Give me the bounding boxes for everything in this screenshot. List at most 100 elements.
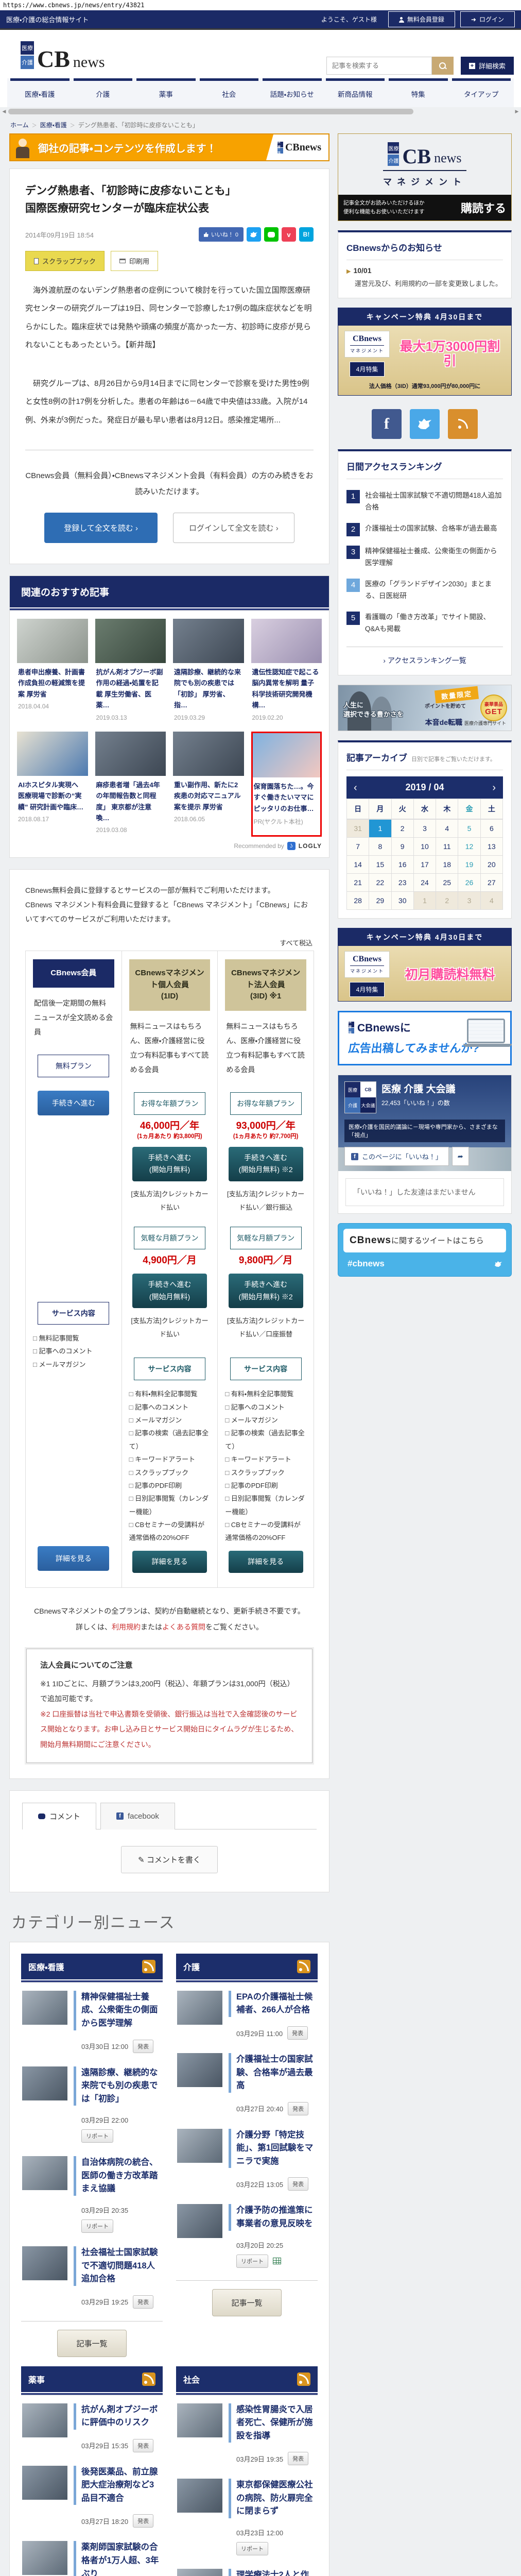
calendar-day[interactable]: 18 <box>436 856 459 874</box>
calendar-day[interactable]: 8 <box>369 838 392 856</box>
calendar-day[interactable]: 27 <box>480 874 503 892</box>
news-item[interactable]: EPAの介護福祉士候補者、266人が合格 03月29日 11:00 発表 <box>176 1982 318 2045</box>
facebook-page-button[interactable]: f <box>372 409 402 439</box>
nav-tab[interactable]: 社会 <box>199 78 258 107</box>
terms-link[interactable]: 利用規約 <box>112 1623 141 1631</box>
calendar-day[interactable]: 3 <box>458 892 481 910</box>
related-article-item[interactable]: 麻疹患者増「過去4年の年間報告数と同程度」 東京都が注意喚… 2019.03.0… <box>95 731 166 837</box>
rss-icon[interactable] <box>297 2372 310 2386</box>
related-article-item[interactable]: AIホスピタル実現へ 医療現場で診断の“実績” 研究計画や臨床… 2018.08… <box>17 731 88 837</box>
calendar-day[interactable]: 29 <box>369 892 392 910</box>
calendar-day[interactable]: 2 <box>436 892 459 910</box>
detail-button[interactable]: 詳細を見る <box>132 1550 207 1573</box>
tab-facebook[interactable]: f facebook <box>100 1802 175 1829</box>
calendar-day[interactable]: 6 <box>480 820 503 838</box>
search-button[interactable] <box>431 57 454 75</box>
notice-item[interactable]: ▶ 10/01 運営元及び、利用規約の一部を変更致しました。 <box>346 266 503 290</box>
related-article-item[interactable]: 重い副作用、新たに2疾患の対応マニュアル案を提示 厚労省 2018.06.05 <box>173 731 244 837</box>
twitter-share-button[interactable] <box>247 227 261 242</box>
calendar-day[interactable]: 17 <box>413 856 437 874</box>
subscribe-cta[interactable]: 購読する <box>461 199 506 216</box>
line-share-button[interactable] <box>264 227 279 242</box>
calendar-day[interactable]: 19 <box>458 856 481 874</box>
related-article-item[interactable]: 患者申出療養、計画書作成負担の軽減策を提案 厚労省 2018.04.04 <box>17 618 88 724</box>
news-item[interactable]: 東京都保健医療公社の病院、防火扉完全に閉まらず 03月23日 12:00 リポー… <box>176 2470 318 2561</box>
management-subscribe-ad[interactable]: 医療 介護 CB news マネジメント 記事全文がお読みいただけるほか 便利な機… <box>338 133 512 221</box>
calendar-day[interactable]: 2 <box>391 820 414 838</box>
print-button[interactable]: 印刷用 <box>111 251 159 272</box>
hatena-bookmark-button[interactable]: B! <box>299 227 314 242</box>
calendar-day[interactable]: 24 <box>413 874 437 892</box>
article-list-button[interactable]: 記事一覧 <box>212 2289 282 2316</box>
nav-tab[interactable]: 薬事 <box>136 78 196 107</box>
nav-tab[interactable]: タイアップ <box>451 78 511 107</box>
news-item[interactable]: 感染性胃腸炎で入居者死亡、保健所が施設を指導 03月29日 19:35 発表 <box>176 2395 318 2471</box>
calendar-day[interactable]: 11 <box>436 838 459 856</box>
calendar-day[interactable]: 20 <box>480 856 503 874</box>
write-comment-button[interactable]: ✎ コメントを書く <box>121 1845 218 1873</box>
campaign-ad-free-month[interactable]: キャンペーン特典 4月30日まで CBnews マネジメント 4月特集 初月購読… <box>338 928 512 1002</box>
ranking-item[interactable]: 2 介護福祉士の国家試験、合格率が過去最高 <box>346 518 503 541</box>
calendar-day[interactable]: 15 <box>369 856 392 874</box>
calendar-day[interactable]: 1 <box>369 820 392 838</box>
calendar-day[interactable]: 16 <box>391 856 414 874</box>
nav-tab[interactable]: 医療・看護 <box>10 78 70 107</box>
calendar-day[interactable]: 30 <box>391 892 414 910</box>
job-change-ad[interactable]: 数量限定 ポイントを貯めて 豪華景品 GET 人生に 選択できる豊かさを 本音de転… <box>338 685 512 732</box>
proceed-monthly-button[interactable]: 手続きへ進む (開始月無料) ※2 <box>228 1273 303 1309</box>
detail-button[interactable]: 詳細を見る <box>228 1550 303 1573</box>
calendar-day[interactable]: 22 <box>369 874 392 892</box>
news-item[interactable]: 抗がん剤オプジーボに評価中のリスク 03月29日 15:35 発表 <box>21 2395 163 2458</box>
ranking-item[interactable]: 4 医療の「グランドデザイン2030」まとまる、日医総研 <box>346 574 503 607</box>
horizontal-scrollbar[interactable]: ◀ ▶ <box>0 107 521 115</box>
ranking-item[interactable]: 5 看護職の「働き方改革」でサイト開設、Q&Aも掲載 <box>346 607 503 640</box>
calendar-day[interactable]: 31 <box>347 820 370 838</box>
login-button[interactable]: ➜ ログイン <box>460 11 515 27</box>
nav-tab[interactable]: 新商品情報 <box>325 78 385 107</box>
calendar-day[interactable]: 23 <box>391 874 414 892</box>
register-button[interactable]: 無料会員登録 <box>388 11 455 27</box>
calendar-prev-button[interactable]: ‹ <box>354 783 357 793</box>
rss-icon[interactable] <box>142 1959 155 1973</box>
tab-comment[interactable]: コメント <box>22 1802 97 1829</box>
advanced-search-button[interactable]: + 詳細検索 <box>460 57 514 75</box>
article-list-button[interactable]: 記事一覧 <box>57 2329 127 2357</box>
calendar-day[interactable]: 13 <box>480 838 503 856</box>
rss-icon[interactable] <box>142 2372 155 2386</box>
rss-feed-button[interactable] <box>448 409 478 439</box>
ranking-item[interactable]: 1 社会福祉士国家試験で不適切問題418人追加合格 <box>346 485 503 518</box>
advertise-with-us-ad[interactable]: 医療 介護 CBnewsに 広告出稿してみませんか? <box>338 1011 512 1066</box>
register-read-full-button[interactable]: 登録して全文を読む › <box>44 512 158 543</box>
proceed-annual-button[interactable]: 手続きへ進む (開始月無料) <box>132 1146 207 1182</box>
scrapbook-button[interactable]: スクラップブック <box>25 251 105 272</box>
news-item[interactable]: 遠隔診療、継続的な来院でも別の疾患では「初診」 03月29日 22:00 リポー… <box>21 2058 163 2148</box>
facebook-page-like-button[interactable]: f このページに「いいね！」 <box>344 1147 449 1166</box>
calendar-next-button[interactable]: › <box>492 783 496 793</box>
calendar-day[interactable]: 12 <box>458 838 481 856</box>
breadcrumb-item[interactable]: デング熱患者、「初診時に皮疹ないことも」 <box>70 121 199 129</box>
related-article-item[interactable]: 遠隔診療、継続的な来院でも別の疾患では「初診」 厚労省、指… 2019.03.2… <box>173 618 244 724</box>
proceed-monthly-button[interactable]: 手続きへ進む (開始月無料) <box>132 1273 207 1309</box>
news-item[interactable]: 社会福祉士国家試験で不適切問題418人追加合格 03月29日 19:25 発表 <box>21 2238 163 2314</box>
news-item[interactable]: 理学療法士2人と作業療法士1人を名称使用停止の処分 03月20日 16:50 発… <box>176 2561 318 2576</box>
calendar-day[interactable]: 10 <box>413 838 437 856</box>
login-read-full-button[interactable]: ログインして全文を読む › <box>173 512 294 543</box>
breadcrumb-item[interactable]: 医療・看護 <box>32 121 67 129</box>
scrollbar-track[interactable] <box>7 108 514 115</box>
calendar-day[interactable]: 5 <box>458 820 481 838</box>
calendar-day[interactable]: 1 <box>413 892 437 910</box>
news-item[interactable]: 精神保健福祉士養成、公衆衛生の側面から医学理解 03月30日 12:00 発表 <box>21 1982 163 2058</box>
scrollbar-thumb[interactable] <box>8 108 414 114</box>
news-item[interactable]: 介護分野「特定技能」、第1回試験をマニラで実施 03月22日 13:05 発表 <box>176 2121 318 2196</box>
scroll-right-arrow-icon[interactable]: ▶ <box>514 109 520 114</box>
calendar-day[interactable]: 21 <box>347 874 370 892</box>
related-article-item[interactable]: 遺伝性認知症で起こる脳内異常を解明 量子科学技術研究開発機構… 2019.02.… <box>251 618 322 724</box>
calendar-day[interactable]: 4 <box>436 820 459 838</box>
calendar-day[interactable]: 9 <box>391 838 414 856</box>
rss-icon[interactable] <box>297 1959 310 1973</box>
calendar-day[interactable]: 4 <box>480 892 503 910</box>
faq-link[interactable]: よくある質問 <box>162 1623 205 1631</box>
pocket-save-button[interactable]: v <box>282 227 296 242</box>
news-item[interactable]: 薬剤師国家試験の合格者が1万人超、3年ぶり 03月25日 19:00 発表 <box>21 2533 163 2576</box>
calendar-day[interactable]: 26 <box>458 874 481 892</box>
